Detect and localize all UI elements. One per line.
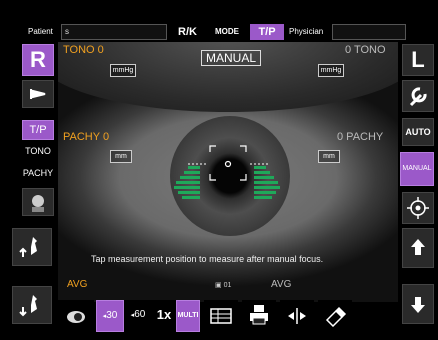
flip-icon (288, 308, 306, 324)
pachy-left-value: PACHY 0 (63, 131, 110, 143)
patient-label: Patient (28, 27, 53, 36)
avg-left-label: AVG (67, 279, 88, 290)
wrench-icon (409, 87, 427, 107)
face-icon (32, 195, 44, 212)
auto-mode-button[interactable]: AUTO (402, 118, 434, 146)
instruction-text: Tap measurement position to measure afte… (91, 254, 324, 264)
print-button[interactable] (242, 300, 276, 332)
data-table-button[interactable] (204, 300, 238, 332)
top-bar: Patient s R/K MODE T/P Physician (0, 0, 438, 40)
pachy-left-unit: mm (110, 150, 132, 163)
chinrest-down-button[interactable] (12, 286, 52, 324)
tp-button[interactable]: T/P (22, 120, 54, 140)
chinrest-up-button[interactable] (12, 228, 52, 266)
pressure-30-button[interactable]: ◂30 (96, 300, 124, 332)
pachy-right-value: 0 PACHY (337, 131, 384, 143)
mode-label: MODE (215, 27, 239, 36)
tono-button[interactable]: TONO (22, 142, 54, 162)
printer-icon (250, 305, 268, 325)
tono-right-unit: mmHg (318, 64, 344, 77)
crosshair-icon (407, 197, 429, 219)
patient-field[interactable]: s (61, 24, 167, 40)
left-alignment-bars (174, 166, 200, 202)
move-down-button[interactable] (402, 284, 434, 324)
tono-right-value: 0 TONO (345, 44, 386, 56)
printer-small-icon: ▣ (215, 282, 222, 289)
arrow-up-icon (411, 239, 425, 255)
table-icon (210, 308, 232, 324)
tp-mode-button[interactable]: T/P (250, 24, 284, 40)
alignment-button[interactable] (402, 192, 434, 224)
right-alignment-bars (254, 166, 280, 202)
flip-view-button[interactable] (280, 300, 314, 332)
laser-pointer-icon (30, 89, 46, 99)
tono-left-unit: mmHg (110, 64, 136, 77)
physician-field[interactable] (332, 24, 406, 40)
tono-left-value: TONO 0 (63, 44, 104, 56)
eye-blink-icon (67, 311, 85, 323)
left-eye-button[interactable]: L (402, 44, 434, 76)
pressure-60-button[interactable]: ◂60 (124, 300, 152, 332)
right-eye-button[interactable]: R (22, 44, 54, 76)
manual-mode-button[interactable]: MANUAL (400, 152, 434, 186)
face-position-button[interactable] (22, 188, 54, 216)
settings-button[interactable] (402, 80, 434, 112)
multi-measure-button[interactable]: MULTI (176, 300, 200, 332)
measurement-count: ▣ 01 (215, 281, 231, 289)
manual-mode-indicator: MANUAL (201, 50, 262, 66)
arrow-down-icon (411, 297, 425, 313)
avg-right-label: AVG (271, 279, 292, 290)
move-up-button[interactable] (402, 228, 434, 268)
eraser-icon (325, 306, 347, 328)
chinrest-up-icon (19, 237, 37, 257)
pressure-30-label: 30 (106, 310, 118, 321)
rk-mode-button[interactable]: R/K (178, 24, 197, 40)
pachy-right-unit: mm (318, 150, 340, 163)
single-measure-button[interactable]: 1x (152, 300, 176, 332)
chinrest-down-icon (19, 295, 37, 317)
physician-label: Physician (289, 27, 324, 36)
clear-button[interactable] (318, 300, 352, 332)
pressure-60-label: 60 (134, 309, 146, 320)
laser-pointer-button[interactable] (22, 80, 54, 108)
pachy-button[interactable]: PACHY (22, 164, 54, 184)
blink-toggle-button[interactable] (58, 300, 94, 332)
measurement-count-value: 01 (223, 282, 232, 289)
